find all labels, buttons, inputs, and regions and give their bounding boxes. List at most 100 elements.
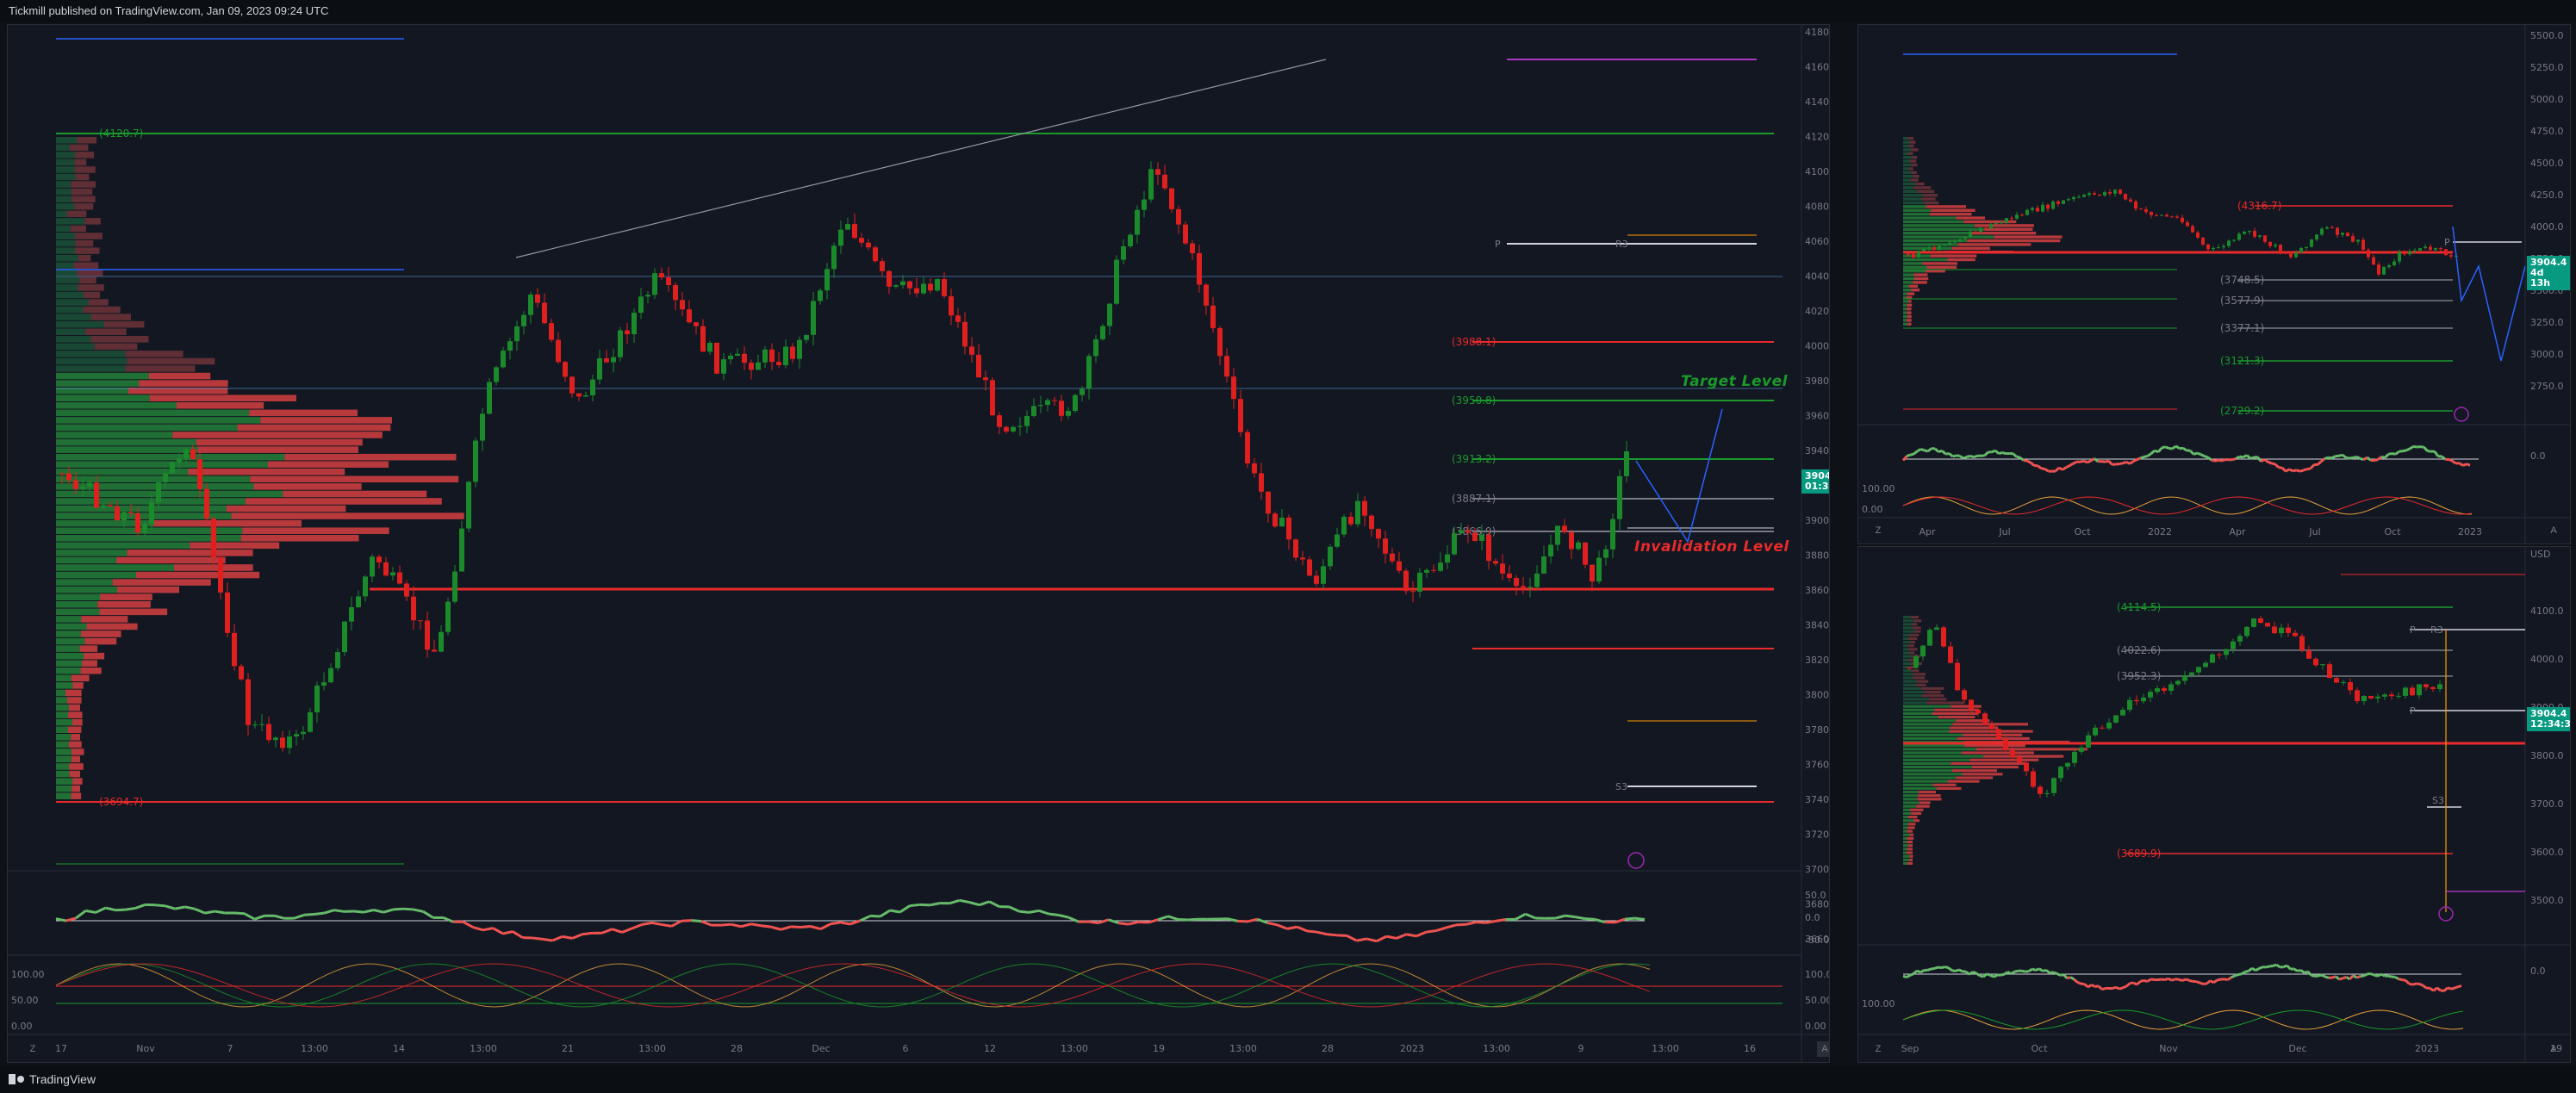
daily-candle — [2031, 771, 2036, 787]
main-chart-panel[interactable]: 4180.0 4160.0 4140.0 4120.0 4100.0 4080.0 4060… — [7, 24, 1830, 1063]
volume-profile-buy — [56, 424, 238, 432]
osc-line — [840, 921, 851, 926]
volume-profile-buy — [1903, 171, 1912, 174]
invalidation-level-annotation: Invalidation Level — [1634, 538, 1789, 556]
osc-line — [2101, 460, 2106, 463]
time-axis-label: 14 — [393, 1043, 405, 1054]
weekly-candle — [2093, 193, 2096, 195]
daily-chart-canvas[interactable]: USD4100.04000.03900.03800.03700.03600.03… — [1858, 547, 2570, 1062]
volume-profile-sell — [1971, 232, 2037, 235]
daily-candle — [2086, 735, 2091, 748]
daily-a-button[interactable]: A — [2546, 1041, 2561, 1057]
daily-z-button[interactable]: Z — [1870, 1041, 1886, 1057]
main-candle — [1272, 513, 1278, 527]
osc-line — [2457, 984, 2462, 989]
weekly-chart-panel[interactable]: 5500.0 5250.0 5000.0 4750.0 4500.0 4250.0 4000… — [1857, 24, 2571, 544]
tradingview-logo[interactable]: TradingView — [9, 1072, 96, 1086]
main-candle — [921, 283, 926, 294]
main-candle — [1169, 188, 1174, 209]
osc-line — [2156, 447, 2163, 453]
main-candle — [1328, 546, 1333, 567]
osc-line — [512, 930, 524, 939]
weekly-candle — [2077, 196, 2081, 198]
osc-line — [889, 909, 900, 914]
osc-axis-label: 0.0 — [2530, 450, 2546, 462]
pivot-s3-label: S3 — [1615, 781, 1627, 792]
main-candle — [673, 285, 678, 301]
osc-line — [2275, 963, 2281, 969]
volume-profile-buy — [1903, 189, 1918, 193]
volume-profile-buy — [56, 453, 285, 461]
osc-line — [2297, 969, 2301, 972]
price-axis-label: 2750.0 — [2530, 381, 2564, 392]
volume-profile-buy — [56, 630, 81, 637]
time-axis-label: 13:00 — [1483, 1043, 1510, 1054]
volume-profile-buy — [1903, 205, 1926, 208]
main-candle — [1493, 561, 1498, 564]
weekly-candle — [2434, 248, 2437, 250]
main-z-button[interactable]: Z — [25, 1041, 40, 1057]
volume-profile-buy — [1903, 676, 1913, 680]
main-candle — [170, 462, 175, 474]
main-candle — [659, 273, 664, 278]
main-candle — [177, 458, 182, 463]
osc-line — [2171, 444, 2177, 450]
volume-profile-sell — [1913, 281, 1927, 284]
daily-candle — [1969, 699, 1974, 710]
osc-line — [988, 900, 1000, 908]
daily-candle — [2368, 696, 2374, 699]
osc-line — [800, 925, 812, 929]
osc-line — [2280, 467, 2287, 473]
osc-line — [2447, 986, 2452, 991]
volume-profile-sell — [1920, 686, 1944, 690]
main-chart-canvas[interactable]: 4180.0 4160.0 4140.0 4120.0 4100.0 4080.0 4060… — [8, 25, 1829, 1062]
main-candle — [1590, 564, 1595, 582]
weekly-candle — [2284, 252, 2287, 254]
osc-axis-label: -50.0 — [1805, 935, 1829, 946]
osc-line — [1485, 919, 1496, 924]
main-candle — [590, 379, 595, 395]
volume-profile-buy — [1903, 829, 1907, 833]
osc-line — [740, 922, 752, 928]
osc-line — [2405, 979, 2411, 985]
weekly-z-button[interactable]: Z — [1870, 523, 1886, 538]
osc-line — [2309, 463, 2316, 470]
osc-line — [2311, 974, 2316, 978]
volume-profile-sell — [242, 527, 389, 534]
main-candle — [1486, 534, 1491, 562]
osc-line — [2091, 984, 2096, 988]
osc-line — [2083, 459, 2088, 464]
weekly-candle — [2010, 218, 2013, 220]
weekly-chart-canvas[interactable]: 5500.0 5250.0 5000.0 4750.0 4500.0 4250.0 4000… — [1858, 25, 2570, 543]
osc-line — [2136, 456, 2142, 461]
daily-candle — [2251, 618, 2256, 627]
weekly-candle — [2160, 214, 2163, 216]
time-axis-label: 13:00 — [1652, 1043, 1679, 1054]
weekly-a-button[interactable]: A — [2546, 523, 2561, 538]
osc-line — [2206, 456, 2212, 462]
main-a-button[interactable]: A — [1817, 1041, 1829, 1057]
main-candle — [1397, 561, 1402, 571]
main-candle — [1100, 326, 1105, 339]
osc-line — [2150, 978, 2155, 981]
time-axis-label: 28 — [731, 1043, 743, 1054]
weekly-candle — [1994, 223, 1998, 225]
osc-line — [2324, 456, 2329, 460]
volume-profile-sell — [71, 734, 80, 741]
main-candle — [321, 682, 327, 686]
weekly-candle — [2258, 235, 2262, 237]
volume-profile-buy — [1903, 175, 1913, 178]
time-axis-label: Dec — [812, 1043, 830, 1054]
osc-line — [2204, 455, 2209, 459]
main-candle — [1576, 542, 1581, 550]
osc-line — [1584, 917, 1596, 921]
osc-line — [2286, 964, 2292, 971]
volume-profile-sell — [68, 704, 80, 711]
main-candle — [1438, 562, 1443, 571]
daily-candle — [2389, 694, 2394, 697]
main-candle — [1142, 199, 1147, 210]
osc-line — [2000, 972, 2005, 977]
weekly-candle — [2170, 216, 2174, 218]
daily-candle — [2265, 623, 2270, 627]
daily-chart-panel[interactable]: USD4100.04000.03900.03800.03700.03600.03… — [1857, 546, 2571, 1063]
